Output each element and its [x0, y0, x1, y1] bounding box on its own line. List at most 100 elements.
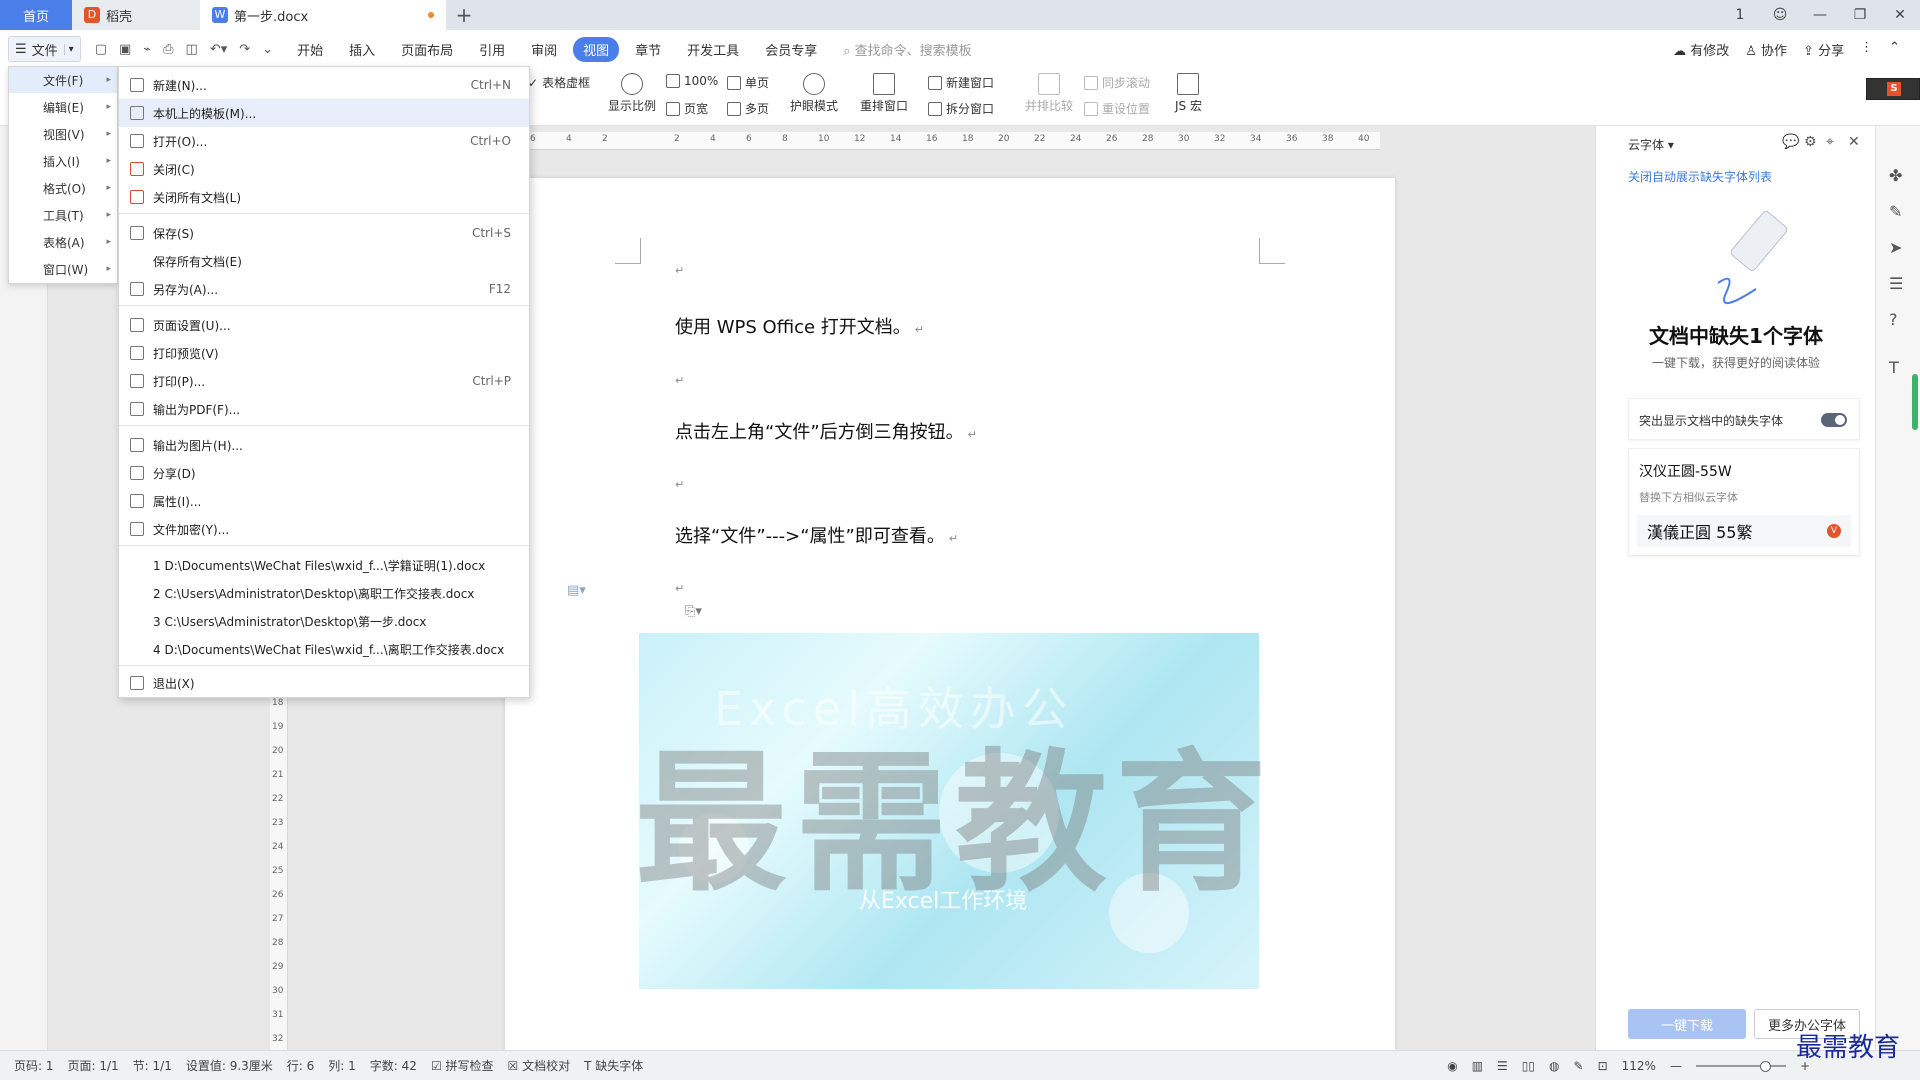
print-icon[interactable]: ⎙ [163, 42, 173, 57]
menu-new[interactable]: 新建(N)... Ctrl+N [119, 71, 529, 99]
undo-icon[interactable]: ↶▾ [210, 42, 227, 57]
tab-document[interactable]: W 第一步.docx [200, 0, 446, 30]
menu-page-setup[interactable]: 页面设置(U)... [119, 311, 529, 339]
chevron-down-icon[interactable]: ▾ [63, 43, 74, 55]
tab-member[interactable]: 会员专享 [755, 37, 827, 62]
outline-view-icon[interactable]: ☰ [1497, 1059, 1508, 1073]
legacy-menu-insert[interactable]: 插入(I) ▸ [9, 148, 117, 174]
table-gridlines-checkbox[interactable]: ✓ 表格虚框 [528, 74, 590, 91]
menu-open[interactable]: 打开(O)... Ctrl+O [119, 127, 529, 155]
eye-mode-button[interactable]: 护眼模式 [790, 73, 838, 114]
menu-close-all[interactable]: 关闭所有文档(L) [119, 183, 529, 211]
user-avatar-icon[interactable]: ☺ [1760, 7, 1800, 23]
spell-check-button[interactable]: ☑ 拼写检查 [431, 1057, 494, 1074]
tab-developer[interactable]: 开发工具 [677, 37, 749, 62]
print-preview-icon[interactable]: ◫ [186, 42, 198, 57]
tab-references[interactable]: 引用 [469, 37, 515, 62]
collaborate-button[interactable]: ♙ 协作 [1745, 40, 1787, 59]
recent-file-item[interactable]: 1 D:\Documents\WeChat Files\wxid_f...\学籍… [119, 551, 529, 579]
cloud-font-dropdown[interactable]: 云字体 ▾ [1628, 136, 1674, 153]
zoom-slider[interactable] [1695, 1060, 1786, 1072]
window-count-icon[interactable]: 1 [1720, 7, 1760, 23]
tab-page-layout[interactable]: 页面布局 [391, 37, 463, 62]
legacy-menu-edit[interactable]: 编辑(E) ▸ [9, 94, 117, 120]
close-window-button[interactable]: ✕ [1880, 7, 1920, 23]
legacy-menu-table[interactable]: 表格(A) ▸ [9, 229, 117, 255]
status-word-count[interactable]: 字数: 42 [370, 1057, 417, 1074]
horizontal-ruler[interactable]: 6 4 2 2 4 6 8 10 12 14 16 18 20 22 24 26… [530, 132, 1380, 150]
tab-home[interactable]: 首页 [0, 0, 72, 30]
menu-save-all[interactable]: 保存所有文档(E) [119, 247, 529, 275]
menu-close[interactable]: 关闭(C) [119, 155, 529, 183]
status-row[interactable]: 行: 6 [287, 1057, 315, 1074]
new-window-button[interactable]: 新建窗口 [928, 74, 994, 91]
tab-start[interactable]: 开始 [287, 37, 333, 62]
menu-exit[interactable]: 退出(X) [119, 669, 529, 697]
close-icon[interactable]: ✕ [1848, 134, 1860, 150]
reading-view-icon[interactable]: ▯▯ [1522, 1059, 1535, 1073]
text-font-icon[interactable]: T [1889, 358, 1899, 377]
format-painter-icon[interactable]: ⌁ [143, 42, 151, 57]
status-section[interactable]: 节: 1/1 [133, 1057, 172, 1074]
new-tab-button[interactable]: + [446, 3, 482, 27]
menu-save-as[interactable]: 另存为(A)... F12 [119, 275, 529, 303]
style-icon[interactable]: ✤ [1889, 166, 1902, 185]
share-button[interactable]: ⇪ 分享 [1803, 40, 1844, 59]
status-page-number[interactable]: 页码: 1 [14, 1057, 54, 1074]
cursor-icon[interactable]: ➤ [1889, 238, 1902, 257]
missing-font-button[interactable]: T 缺失字体 [584, 1057, 643, 1074]
document-paragraph[interactable]: 点击左上角“文件”后方倒三角按钮。 ↵ [675, 418, 977, 444]
tab-docer[interactable]: D 稻壳 [72, 0, 200, 30]
pin-icon[interactable]: ⌖ [1826, 134, 1834, 150]
legacy-menu-view[interactable]: 视图(V) ▸ [9, 121, 117, 147]
legacy-menu-file[interactable]: 文件(F) ▸ [9, 67, 117, 93]
recent-file-item[interactable]: 2 C:\Users\Administrator\Desktop\离职工作交接表… [119, 579, 529, 607]
eye-protection-icon[interactable]: ◉ [1447, 1059, 1457, 1073]
multi-page-button[interactable]: 多页 [727, 100, 769, 117]
redo-icon[interactable]: ↷ [239, 42, 250, 57]
js-macro-button[interactable]: JS 宏 [1175, 73, 1202, 114]
document-page[interactable]: ↵ 使用 WPS Office 打开文档。 ↵ ↵ 点击左上角“文件”后方倒三角按… [505, 178, 1395, 1050]
status-column[interactable]: 列: 1 [328, 1057, 356, 1074]
new-doc-icon[interactable]: ▢ [95, 42, 107, 57]
changes-button[interactable]: ☁ 有修改 [1673, 40, 1729, 59]
page-view-icon[interactable]: ▥ [1472, 1059, 1483, 1073]
menu-export-pdf[interactable]: 输出为PDF(F)... [119, 395, 529, 423]
tab-chapter[interactable]: 章节 [625, 37, 671, 62]
legacy-menu-window[interactable]: 窗口(W) ▸ [9, 256, 117, 282]
zoom-100-button[interactable]: 100% [666, 74, 718, 88]
legacy-menu-format[interactable]: 格式(O) ▸ [9, 175, 117, 201]
highlight-missing-toggle[interactable] [1821, 413, 1847, 427]
collapse-ribbon-icon[interactable]: ⌃ [1889, 40, 1900, 59]
restore-button[interactable]: ❐ [1840, 7, 1880, 23]
menu-export-image[interactable]: 输出为图片(H)... [119, 431, 529, 459]
menu-properties[interactable]: 属性(I)... [119, 487, 529, 515]
close-auto-display-link[interactable]: 关闭自动展示缺失字体列表 [1628, 168, 1772, 185]
zoom-level[interactable]: 112% [1622, 1059, 1656, 1073]
zoom-out-button[interactable]: — [1670, 1059, 1682, 1073]
menu-print[interactable]: 打印(P)... Ctrl+P [119, 367, 529, 395]
save-icon[interactable]: ▣ [119, 42, 131, 57]
document-image[interactable]: Excel高效办公 从Excel工作环境 [639, 633, 1259, 989]
feedback-icon[interactable]: 💬 [1782, 134, 1799, 150]
fit-page-icon[interactable]: ⊡ [1598, 1059, 1608, 1073]
download-all-button[interactable]: 一键下载 [1628, 1009, 1746, 1039]
reset-position-button[interactable]: 重设位置 [1084, 100, 1150, 117]
file-menu-button[interactable]: ☰ 文件 ▾ [8, 36, 81, 62]
pen-icon[interactable]: ✎ [1889, 202, 1902, 221]
tab-review[interactable]: 审阅 [521, 37, 567, 62]
status-setting-value[interactable]: 设置值: 9.3厘米 [186, 1057, 273, 1074]
menu-local-templates[interactable]: 本机上的模板(M)... [119, 99, 529, 127]
legacy-menu-tools[interactable]: 工具(T) ▸ [9, 202, 117, 228]
customize-toolbar-icon[interactable]: ⌄ [262, 42, 273, 57]
side-by-side-button[interactable]: 并排比较 [1025, 73, 1073, 114]
menu-save[interactable]: 保存(S) Ctrl+S [119, 219, 529, 247]
rearrange-window-button[interactable]: 重排窗口 [860, 73, 908, 114]
doc-check-button[interactable]: ☒ 文档校对 [508, 1057, 571, 1074]
status-pages[interactable]: 页面: 1/1 [68, 1057, 119, 1074]
menu-encrypt[interactable]: 文件加密(Y)... [119, 515, 529, 543]
gear-icon[interactable]: ⚙ [1804, 134, 1817, 150]
sync-scroll-button[interactable]: 同步滚动 [1084, 74, 1150, 91]
paste-options-icon[interactable]: ⎘▾ [685, 604, 702, 619]
document-paragraph[interactable]: 选择“文件”--->“属性”即可查看。 ↵ [675, 522, 958, 548]
